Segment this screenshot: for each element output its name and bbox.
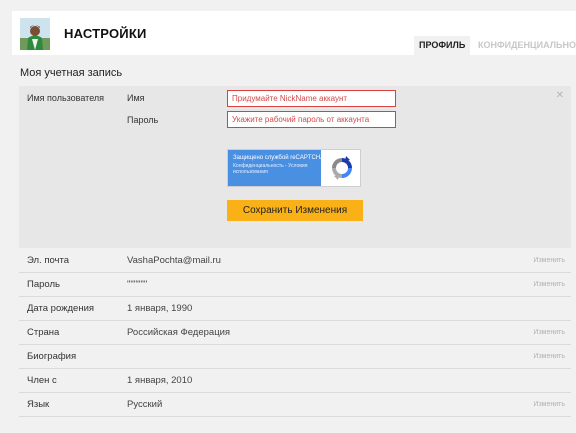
- row-label: Страна: [27, 327, 60, 338]
- row-label: Дата рождения: [27, 303, 95, 314]
- recaptcha-widget[interactable]: Защищено службой reCAPTCHA Конфиденциаль…: [227, 149, 361, 187]
- row-label: Член с: [27, 375, 57, 386]
- edit-link[interactable]: Изменить: [533, 281, 565, 288]
- list-item: Эл. почта VashaPochta@mail.ru Изменить: [19, 249, 571, 273]
- row-value: 1 января, 2010: [127, 375, 193, 386]
- recaptcha-title: Защищено службой reCAPTCHA: [233, 155, 325, 161]
- list-item: Дата рождения 1 января, 1990: [19, 297, 571, 321]
- recaptcha-text: Защищено службой reCAPTCHA Конфиденциаль…: [228, 150, 325, 186]
- row-label: Пароль: [27, 279, 60, 290]
- tab-profile[interactable]: ПРОФИЛЬ: [414, 36, 471, 55]
- row-value: VashaPochta@mail.ru: [127, 255, 221, 266]
- recaptcha-icon: [332, 156, 352, 180]
- list-item: Биография Изменить: [19, 345, 571, 369]
- row-value: Российская Федерация: [127, 327, 231, 338]
- settings-page: НАСТРОЙКИ ПРОФИЛЬ КОНФИДЕНЦИАЛЬНОСТЬ Моя…: [0, 0, 576, 433]
- list-item: Страна Российская Федерация Изменить: [19, 321, 571, 345]
- row-value: Русский: [127, 399, 163, 410]
- list-item: Пароль """""" Изменить: [19, 273, 571, 297]
- row-value: 1 января, 1990: [127, 303, 193, 314]
- close-icon[interactable]: ✕: [556, 90, 564, 101]
- form-row-label: Имя пользователя: [27, 93, 105, 103]
- section-title: Моя учетная запись: [20, 67, 123, 79]
- password-label: Пароль: [127, 115, 159, 125]
- tab-privacy[interactable]: КОНФИДЕНЦИАЛЬНОСТЬ: [473, 36, 576, 55]
- name-input[interactable]: [227, 90, 396, 107]
- row-label: Язык: [27, 399, 50, 410]
- row-value: """""": [127, 279, 148, 290]
- name-label: Имя: [127, 93, 145, 103]
- list-item: Член с 1 января, 2010: [19, 369, 571, 393]
- avatar[interactable]: [20, 18, 50, 50]
- row-label: Эл. почта: [27, 255, 70, 266]
- account-info-list: Эл. почта VashaPochta@mail.ru Изменить П…: [19, 249, 571, 417]
- edit-link[interactable]: Изменить: [533, 353, 565, 360]
- save-button[interactable]: Сохранить Изменения: [227, 200, 363, 221]
- page-title: НАСТРОЙКИ: [64, 26, 147, 41]
- list-item: Язык Русский Изменить: [19, 393, 571, 417]
- password-input[interactable]: [227, 111, 396, 128]
- header: НАСТРОЙКИ ПРОФИЛЬ КОНФИДЕНЦИАЛЬНОСТЬ: [12, 11, 576, 55]
- edit-link[interactable]: Изменить: [533, 257, 565, 264]
- recaptcha-links[interactable]: Конфиденциальность - Условия использован…: [233, 163, 316, 175]
- edit-link[interactable]: Изменить: [533, 401, 565, 408]
- edit-link[interactable]: Изменить: [533, 329, 565, 336]
- row-label: Биография: [27, 351, 77, 362]
- username-edit-form: ✕ Имя пользователя Имя Пароль Защищено с…: [19, 86, 571, 248]
